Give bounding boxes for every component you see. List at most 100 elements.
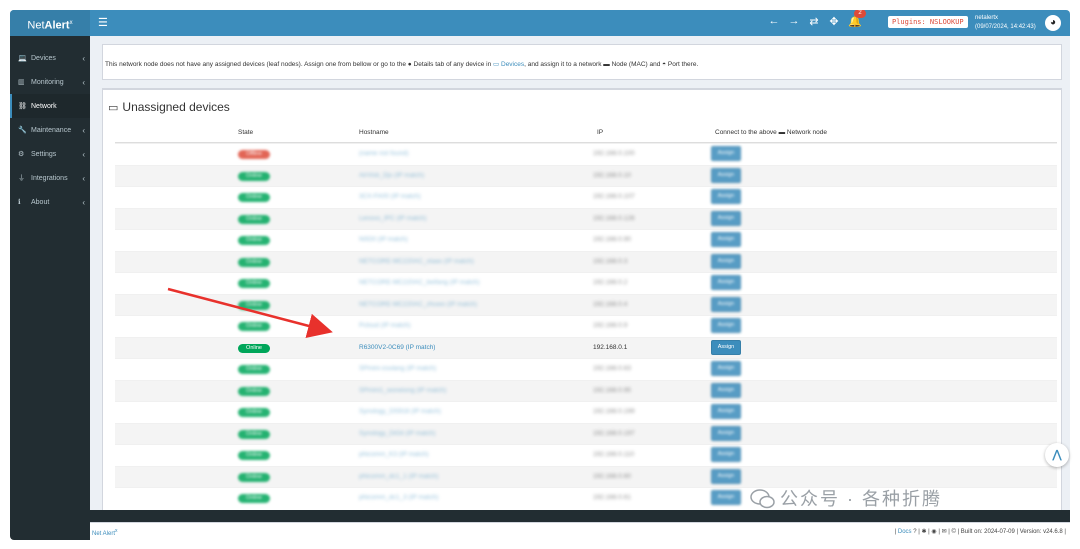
hostname-link[interactable]: Synology_DiGit (IP match): [359, 430, 435, 437]
device-table-body: Offline (name not found) 192.168.0.100 Assi…: [115, 143, 1057, 509]
table-row: Online AirVisb_Djs (IP match) 192.168.0.10…: [115, 164, 1057, 186]
notification-count: 2: [854, 10, 866, 18]
hostname-link[interactable]: N0O0 (IP match): [359, 236, 408, 243]
sidebar-item-label: Settings: [31, 150, 57, 158]
assign-button[interactable]: Assign: [711, 146, 741, 161]
table-row: Online 3CX-FA00 (IP match) 192.168.0.107 As…: [115, 186, 1057, 208]
back-icon[interactable]: ←: [768, 15, 780, 28]
assign-button[interactable]: Assign: [711, 275, 741, 290]
hostname-link[interactable]: SPmini-zoulang (IP match): [359, 365, 436, 372]
plugins-badge[interactable]: Plugins: NSLOOKUP: [888, 16, 968, 28]
assign-button[interactable]: Assign: [711, 447, 741, 462]
footer-brand[interactable]: Net Alertx: [92, 528, 118, 537]
assign-button[interactable]: Assign: [711, 189, 741, 204]
ip-address: 192.168.0.2: [593, 279, 628, 286]
status-badge: Online: [238, 300, 270, 310]
assign-button[interactable]: Assign: [711, 232, 741, 247]
sidebar-item-network[interactable]: ⛓ Network: [10, 94, 90, 118]
sidebar-item-label: Integrations: [31, 174, 68, 182]
sidebar-item-maintenance[interactable]: 🔧 Maintenance ‹: [10, 118, 90, 142]
hostname-link[interactable]: Pcloud (IP match): [359, 322, 411, 329]
ip-address: 192.168.0.100: [593, 150, 635, 157]
question-icon[interactable]: ?: [913, 529, 916, 535]
ip-address: 192.168.0.3: [593, 257, 628, 265]
bell-icon[interactable]: 🔔 2: [848, 10, 866, 28]
assign-button[interactable]: Assign: [711, 468, 741, 484]
github-icon[interactable]: ◉: [931, 529, 936, 535]
assign-button[interactable]: Assign: [711, 425, 741, 441]
refresh-icon[interactable]: ⇄: [808, 15, 820, 28]
forward-icon[interactable]: →: [788, 15, 800, 28]
chart-icon: ▥: [18, 79, 25, 86]
wechat-logo-icon: [750, 489, 775, 509]
hostname-link[interactable]: Lenovo_IPC (IP match): [359, 215, 426, 222]
menu-toggle-icon[interactable]: ☰: [98, 16, 108, 29]
sitemap-icon: ⛓: [18, 103, 27, 110]
sidebar-item-label: About: [31, 198, 50, 206]
sidebar-item-integrations[interactable]: ⏚ Integrations ‹: [10, 166, 90, 190]
hostname-link[interactable]: NETCORE-MC220AC_zhuwo (IP match): [359, 301, 477, 308]
footer-links: | Docs ? | ✱ | ◉ | ✉ | © | Built on: 202…: [894, 529, 1066, 535]
docs-link[interactable]: Docs: [898, 529, 912, 535]
table-row: Online Lenovo_IPC (IP match) 192.168.0.126…: [115, 207, 1057, 229]
user-time: (09/07/2024, 14:42:43): [975, 24, 1036, 30]
sidebar: 💻 Devices ‹ ▥ Monitoring ‹ ⛓ Network 🔧 Mainten…: [10, 36, 90, 540]
column-ip[interactable]: IP: [597, 129, 603, 136]
hostname-link[interactable]: phicomm_dc1_3 (IP match): [359, 494, 438, 501]
ip-address: 192.168.0.110: [593, 451, 635, 458]
hostname-link[interactable]: 3CX-FA00 (IP match): [359, 193, 421, 200]
move-icon[interactable]: ✥: [828, 15, 840, 28]
assign-button[interactable]: Assign: [711, 296, 741, 312]
column-state[interactable]: State: [238, 129, 253, 136]
assign-button[interactable]: Assign: [711, 404, 741, 419]
assign-button[interactable]: Assign: [711, 253, 741, 269]
table-row: Online phicomm_K3 (IP match) 192.168.0.110…: [115, 444, 1057, 466]
hostname-link[interactable]: SPmini1_woneiong (IP match): [359, 387, 446, 394]
bug-icon[interactable]: ✱: [921, 529, 926, 535]
ip-address: 192.168.0.4: [593, 300, 628, 308]
status-badge: Online: [238, 408, 270, 417]
status-badge: Online: [238, 429, 270, 439]
assign-button[interactable]: Assign: [711, 318, 741, 333]
table-row: Online NETCORE-MC220AC_zhuwo (IP match) 19…: [115, 293, 1057, 315]
top-navbar: NetAlertx ☰ ← → ⇄ ✥ 🔔 2 Plugins: NSLOOKUP…: [10, 10, 1070, 36]
assign-button[interactable]: Assign: [711, 210, 741, 226]
assign-button[interactable]: Assign: [711, 339, 741, 355]
hostname-link[interactable]: phicomm_dc1_1 (IP match): [359, 473, 438, 480]
sidebar-item-settings[interactable]: ⚙ Settings ‹: [10, 142, 90, 166]
status-badge: Online: [238, 386, 270, 396]
column-hostname[interactable]: Hostname: [359, 129, 389, 136]
assign-button[interactable]: Assign: [711, 361, 741, 376]
assign-button[interactable]: Assign: [711, 490, 741, 505]
avatar[interactable]: ◕: [1045, 15, 1061, 31]
user-info[interactable]: netalertx (09/07/2024, 14:42:43): [975, 14, 1036, 32]
hostname-link[interactable]: phicomm_K3 (IP match): [359, 451, 429, 458]
status-badge: Online: [238, 343, 270, 353]
assign-button[interactable]: Assign: [711, 167, 741, 183]
ip-address: 192.168.0.90: [593, 236, 631, 243]
sidebar-item-about[interactable]: ℹ About ‹: [10, 190, 90, 214]
hostname-link[interactable]: AirVisb_Djs (IP match): [359, 172, 424, 179]
main-content: This network node does not have any assi…: [90, 36, 1070, 520]
nav-icon-group: ← → ⇄ ✥ 🔔 2: [768, 10, 866, 28]
devices-link[interactable]: Devices: [501, 61, 524, 68]
column-connect[interactable]: Connect to the above ▬ Network node: [715, 129, 827, 136]
logo[interactable]: NetAlertx: [10, 10, 90, 36]
status-badge: Online: [238, 365, 270, 374]
assign-button[interactable]: Assign: [711, 382, 741, 398]
chevron-left-icon: ‹: [82, 125, 85, 135]
status-badge: Online: [238, 451, 270, 460]
sidebar-item-label: Network: [31, 102, 57, 110]
hostname-link[interactable]: Synology_DS918 (IP match): [359, 408, 441, 415]
hostname-link[interactable]: NETCORE-MC220AC_beifang (IP match): [359, 279, 480, 286]
status-badge: Online: [238, 279, 270, 288]
sidebar-item-monitoring[interactable]: ▥ Monitoring ‹: [10, 70, 90, 94]
mail-icon[interactable]: ✉: [942, 529, 947, 535]
hostname-link[interactable]: NETCORE-MC220AC_xtaas (IP match): [359, 258, 474, 265]
floating-assistant-button[interactable]: ⋀: [1045, 443, 1069, 467]
sidebar-item-devices[interactable]: 💻 Devices ‹: [10, 46, 90, 70]
hostname-link[interactable]: (name not found): [359, 150, 409, 157]
hostname-link[interactable]: R6300V2-0C69 (IP match): [359, 344, 435, 351]
table-row: Online SPmini1_woneiong (IP match) 192.168…: [115, 379, 1057, 401]
ip-address: 192.168.0.10: [593, 171, 631, 179]
